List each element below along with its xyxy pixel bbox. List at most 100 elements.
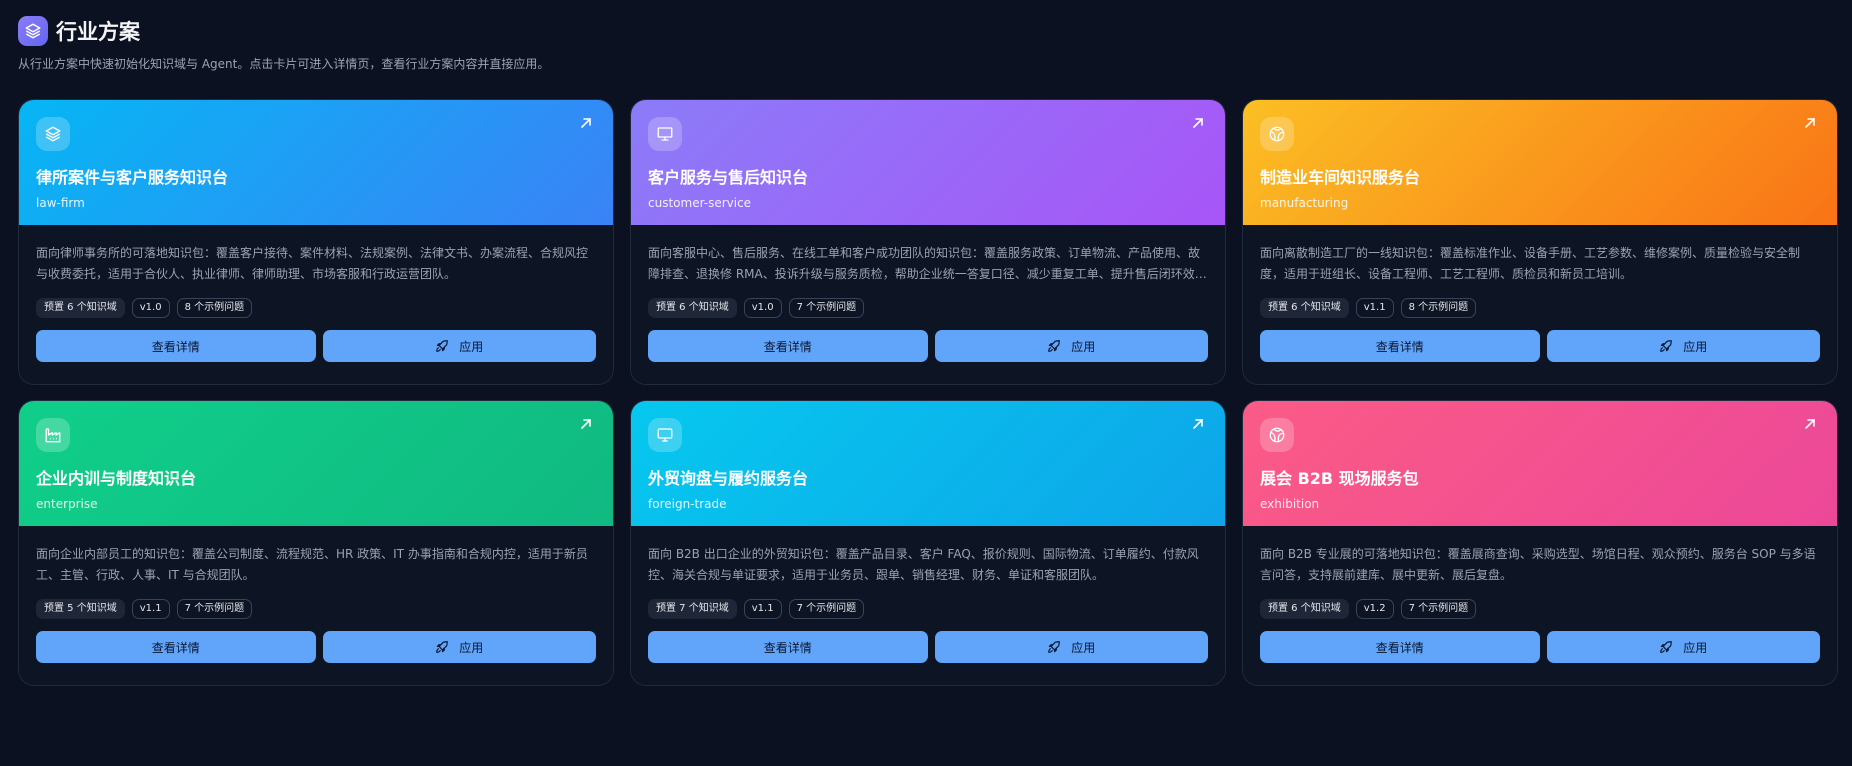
view-details-button[interactable]: 查看详情 [648, 631, 928, 663]
card-body: 面向 B2B 出口企业的外贸知识包：覆盖产品目录、客户 FAQ、报价规则、国际物… [631, 526, 1225, 663]
view-details-label: 查看详情 [1375, 339, 1424, 354]
open-external-icon[interactable] [579, 417, 593, 431]
page-subtitle: 从行业方案中快速初始化知识域与 Agent。点击卡片可进入详情页，查看行业方案内… [18, 57, 550, 71]
card-description: 面向企业内部员工的知识包：覆盖公司制度、流程规范、HR 政策、IT 办事指南和合… [36, 547, 588, 582]
open-external-icon[interactable] [1803, 116, 1817, 130]
card-slug: customer-service [648, 196, 752, 210]
solution-card-customer-service[interactable]: 客户服务与售后知识台 customer-service 面向客服中心、售后服务、… [630, 99, 1226, 385]
domains-badge: 预置 6 个知识域 [1260, 298, 1349, 318]
card-body: 面向离散制造工厂的一线知识包：覆盖标准作业、设备手册、工艺参数、维修案例、质量检… [1243, 225, 1837, 362]
open-external-icon[interactable] [1191, 116, 1205, 130]
solution-card-foreign-trade[interactable]: 外贸询盘与履约服务台 foreign-trade 面向 B2B 出口企业的外贸知… [630, 400, 1226, 686]
apply-label: 应用 [459, 339, 484, 354]
domains-badge: 预置 6 个知识域 [648, 298, 737, 318]
open-external-icon[interactable] [1803, 417, 1817, 431]
version-badge: v1.1 [131, 599, 170, 619]
version-badge: v1.2 [1355, 599, 1394, 619]
card-title: 律所案件与客户服务知识台 [36, 168, 229, 187]
factory-icon [36, 418, 70, 452]
examples-badge: 8 个示例问题 [1400, 298, 1477, 318]
apply-label: 应用 [1071, 640, 1096, 655]
card-badges: 预置 6 个知识域 v1.0 7 个示例问题 [648, 298, 1208, 318]
card-actions: 查看详情 应用 [648, 631, 1208, 663]
card-body: 面向企业内部员工的知识包：覆盖公司制度、流程规范、HR 政策、IT 办事指南和合… [19, 526, 613, 663]
card-actions: 查看详情 应用 [36, 330, 596, 362]
solution-card-law-firm[interactable]: 律所案件与客户服务知识台 law-firm 面向律师事务所的可落地知识包：覆盖客… [18, 99, 614, 385]
apply-label: 应用 [1683, 339, 1708, 354]
view-details-button[interactable]: 查看详情 [36, 631, 316, 663]
card-banner[interactable]: 外贸询盘与履约服务台 foreign-trade [631, 401, 1225, 526]
card-slug: enterprise [36, 497, 98, 511]
layers-icon [36, 117, 70, 151]
view-details-button[interactable]: 查看详情 [1260, 330, 1540, 362]
solution-card-exhibition[interactable]: 展会 B2B 现场服务包 exhibition 面向 B2B 专业展的可落地知识… [1242, 400, 1838, 686]
domains-badge: 预置 6 个知识域 [36, 298, 125, 318]
apply-button[interactable]: 应用 [1546, 631, 1820, 663]
screen-icon [648, 418, 682, 452]
solution-card-enterprise[interactable]: 企业内训与制度知识台 enterprise 面向企业内部员工的知识包：覆盖公司制… [18, 400, 614, 686]
open-external-icon[interactable] [579, 116, 593, 130]
rocket-icon [436, 641, 449, 653]
view-details-button[interactable]: 查看详情 [36, 330, 316, 362]
apply-button[interactable]: 应用 [1546, 330, 1820, 362]
view-details-button[interactable]: 查看详情 [648, 330, 928, 362]
apply-button[interactable]: 应用 [934, 330, 1208, 362]
domains-badge: 预置 7 个知识域 [648, 599, 737, 619]
card-badges: 预置 7 个知识域 v1.1 7 个示例问题 [648, 599, 1208, 619]
card-description: 面向律师事务所的可落地知识包：覆盖客户接待、案件材料、法规案例、法律文书、办案流… [36, 246, 589, 281]
card-body: 面向客服中心、售后服务、在线工单和客户成功团队的知识包：覆盖服务政策、订单物流、… [631, 225, 1225, 362]
rocket-icon [436, 340, 449, 352]
view-details-button[interactable]: 查看详情 [1260, 631, 1540, 663]
examples-badge: 7 个示例问题 [1400, 599, 1477, 619]
apply-button[interactable]: 应用 [934, 631, 1208, 663]
card-description: 面向客服中心、售后服务、在线工单和客户成功团队的知识包：覆盖服务政策、订单物流、… [648, 246, 1201, 281]
version-badge: v1.0 [743, 298, 782, 318]
view-details-label: 查看详情 [151, 640, 200, 655]
card-title: 企业内训与制度知识台 [36, 469, 197, 488]
card-body: 面向律师事务所的可落地知识包：覆盖客户接待、案件材料、法规案例、法律文书、办案流… [19, 225, 613, 362]
solution-card-manufacturing[interactable]: 制造业车间知识服务台 manufacturing 面向离散制造工厂的一线知识包：… [1242, 99, 1838, 385]
view-details-label: 查看详情 [1375, 640, 1424, 655]
card-banner[interactable]: 展会 B2B 现场服务包 exhibition [1243, 401, 1837, 526]
page-header: 行业方案 从行业方案中快速初始化知识域与 Agent。点击卡片可进入详情页，查看… [18, 16, 549, 72]
rocket-icon [1048, 340, 1061, 352]
domains-badge: 预置 5 个知识域 [36, 599, 125, 619]
version-badge: v1.1 [1355, 298, 1394, 318]
card-actions: 查看详情 应用 [648, 330, 1208, 362]
card-badges: 预置 6 个知识域 v1.1 8 个示例问题 [1260, 298, 1820, 318]
solution-card-grid: 律所案件与客户服务知识台 law-firm 面向律师事务所的可落地知识包：覆盖客… [18, 99, 1838, 686]
version-badge: v1.1 [743, 599, 782, 619]
apply-button[interactable]: 应用 [322, 330, 596, 362]
apply-label: 应用 [1683, 640, 1708, 655]
card-banner[interactable]: 客户服务与售后知识台 customer-service [631, 100, 1225, 225]
presentation-icon [648, 117, 682, 151]
globe-icon [1260, 418, 1294, 452]
examples-badge: 8 个示例问题 [176, 298, 253, 318]
view-details-label: 查看详情 [151, 339, 200, 354]
rocket-icon [1048, 641, 1061, 653]
rocket-icon [1660, 340, 1673, 352]
card-banner[interactable]: 制造业车间知识服务台 manufacturing [1243, 100, 1837, 225]
apply-button[interactable]: 应用 [322, 631, 596, 663]
card-slug: foreign-trade [648, 497, 727, 511]
card-body: 面向 B2B 专业展的可落地知识包：覆盖展商查询、采购选型、场馆日程、观众预约、… [1243, 526, 1837, 663]
card-title: 展会 B2B 现场服务包 [1260, 469, 1419, 488]
card-title: 客户服务与售后知识台 [648, 168, 809, 187]
page-title: 行业方案 [56, 20, 140, 44]
card-title: 外贸询盘与履约服务台 [648, 469, 809, 488]
view-details-label: 查看详情 [763, 640, 812, 655]
card-slug: law-firm [36, 196, 85, 210]
card-banner[interactable]: 企业内训与制度知识台 enterprise [19, 401, 613, 526]
title-row: 行业方案 [18, 16, 549, 46]
card-badges: 预置 5 个知识域 v1.1 7 个示例问题 [36, 599, 596, 619]
card-description: 面向 B2B 出口企业的外贸知识包：覆盖产品目录、客户 FAQ、报价规则、国际物… [648, 547, 1199, 582]
open-external-icon[interactable] [1191, 417, 1205, 431]
examples-badge: 7 个示例问题 [788, 298, 865, 318]
globe-icon [1260, 117, 1294, 151]
layers-icon [18, 16, 48, 46]
card-slug: manufacturing [1260, 196, 1349, 210]
card-description: 面向离散制造工厂的一线知识包：覆盖标准作业、设备手册、工艺参数、维修案例、质量检… [1260, 246, 1801, 281]
examples-badge: 7 个示例问题 [176, 599, 253, 619]
version-badge: v1.0 [131, 298, 170, 318]
card-banner[interactable]: 律所案件与客户服务知识台 law-firm [19, 100, 613, 225]
